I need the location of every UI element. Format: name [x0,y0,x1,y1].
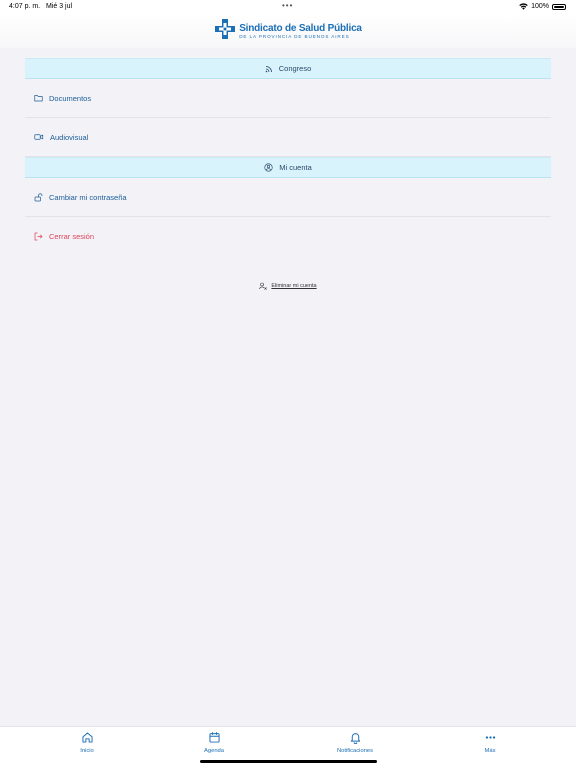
bell-icon [349,731,362,746]
user-circle-icon [264,163,273,172]
delete-account-link[interactable]: Eliminar mi cuenta [0,282,576,290]
status-clock: 4:07 p. m. Mié 3 jul [9,3,72,10]
wifi-icon [519,3,528,10]
more-dots-icon [484,731,497,746]
logo-subtitle: DE LA PROVINCIA DE BUENOS AIRES [239,33,350,39]
multitasking-dots[interactable]: ••• [282,1,293,10]
tab-bar: Inicio Agenda Notificaciones Más [0,726,576,768]
section-title-cuenta: Mi cuenta [279,163,312,172]
tab-label: Notificaciones [336,748,374,754]
menu-item-audiovisual[interactable]: Audiovisual [25,118,551,157]
status-time: 4:07 p. m. [9,3,41,10]
menu-item-cambiar-contrasena[interactable]: Cambiar mi contraseña [25,178,551,217]
home-indicator[interactable] [200,760,377,763]
tab-label: Agenda [204,748,224,754]
battery-icon [552,3,566,10]
section-title-congreso: Congreso [278,64,312,73]
tab-mas[interactable]: Más [450,731,530,754]
folder-icon [34,94,43,102]
unlock-icon [34,192,43,202]
menu-item-label: Audiovisual [50,132,89,142]
app-header: Sindicato de Salud Pública DE LA PROVINC… [0,14,576,48]
status-indicators: 100% [519,3,566,10]
tab-label: Más [484,748,496,754]
tab-notificaciones[interactable]: Notificaciones [315,731,395,754]
home-icon [81,731,94,746]
rss-icon [265,65,273,73]
menu-item-label: Documentos [49,93,92,103]
video-camera-icon [34,133,44,141]
menu-item-documentos[interactable]: Documentos [25,79,551,118]
logo-title: Sindicato de Salud Pública [239,22,362,34]
logout-icon [34,232,43,241]
calendar-icon [208,731,221,746]
delete-account-label: Eliminar mi cuenta [271,283,317,289]
user-remove-icon [259,282,268,290]
status-bar: 4:07 p. m. Mié 3 jul ••• 100% [0,0,576,14]
section-header-congreso: Congreso [25,58,551,79]
battery-percent: 100% [531,3,549,10]
menu-item-label: Cerrar sesión [49,232,95,241]
logo: Sindicato de Salud Pública DE LA PROVINC… [214,18,362,45]
menu-item-label: Cambiar mi contraseña [49,192,127,202]
menu-item-cerrar-sesion[interactable]: Cerrar sesión [25,217,551,256]
tab-agenda[interactable]: Agenda [174,731,254,754]
tab-inicio[interactable]: Inicio [47,731,127,754]
section-header-cuenta: Mi cuenta [25,157,551,178]
settings-list: Congreso Documentos Audiovisual Mi cuent… [25,58,551,256]
cross-logo-icon [214,18,236,45]
tab-label: Inicio [80,748,94,754]
status-date: Mié 3 jul [45,3,73,10]
